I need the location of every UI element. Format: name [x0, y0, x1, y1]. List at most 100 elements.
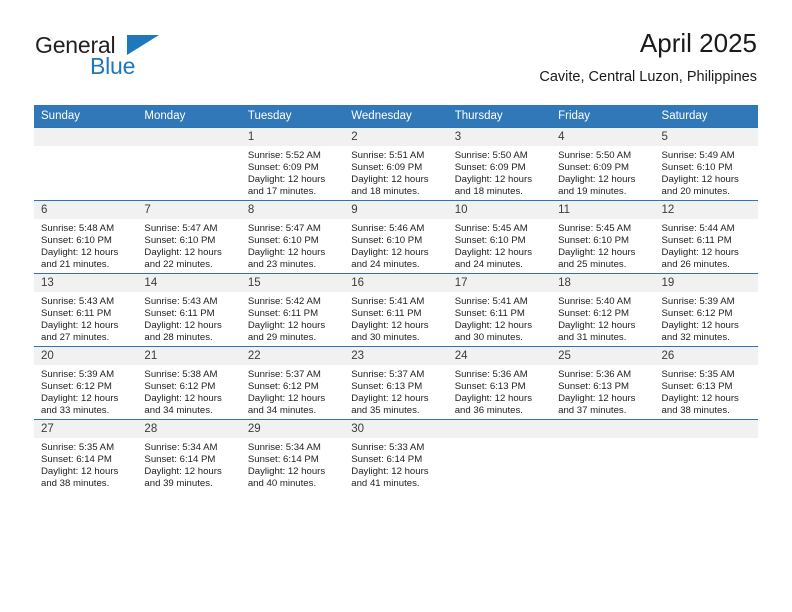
sunset-time: Sunset: 6:10 PM	[247, 235, 319, 247]
calendar-day-cell[interactable]: 5 Sunrise: 5:49 AM Sunset: 6:10 PM Daylight…	[654, 127, 758, 201]
calendar-day-cell[interactable]: 27 Sunrise: 5:35 AM Sunset: 6:14 PM Dayligh…	[34, 419, 138, 492]
calendar-day-cell[interactable]: 17 Sunrise: 5:41 AM Sunset: 6:11 PM Dayligh…	[447, 273, 552, 347]
calendar-day-cell[interactable]: 6 Sunrise: 5:48 AM Sunset: 6:10 PM Daylight…	[34, 200, 138, 274]
day-details: Sunrise: 5:36 AM Sunset: 6:13 PM Daylight:…	[551, 365, 654, 418]
calendar-day-cell[interactable]: 23 Sunrise: 5:37 AM Sunset: 6:13 PM Dayligh…	[344, 346, 448, 420]
daylight-duration-line2: and 39 minutes.	[144, 478, 213, 490]
day-details: Sunrise: 5:44 AM Sunset: 6:11 PM Daylight:…	[655, 219, 758, 272]
calendar-day-cell[interactable]: 12 Sunrise: 5:44 AM Sunset: 6:11 PM Dayligh…	[654, 200, 758, 274]
day-details: Sunrise: 5:34 AM Sunset: 6:14 PM Daylight:…	[137, 438, 240, 491]
day-number: 30	[344, 420, 448, 438]
calendar-day-cell[interactable]: 24 Sunrise: 5:36 AM Sunset: 6:13 PM Dayligh…	[447, 346, 552, 420]
sunset-time: Sunset: 6:11 PM	[41, 308, 112, 320]
day-number	[654, 420, 758, 438]
calendar-day-cell[interactable]: 29 Sunrise: 5:34 AM Sunset: 6:14 PM Dayligh…	[240, 419, 345, 492]
daylight-duration-line2: and 37 minutes.	[558, 405, 627, 417]
sunrise-time: Sunrise: 5:38 AM	[144, 369, 218, 380]
calendar-day-cell[interactable]: 13 Sunrise: 5:43 AM Sunset: 6:11 PM Dayligh…	[34, 273, 138, 347]
sunset-time: Sunset: 6:11 PM	[144, 308, 215, 320]
calendar-body: 1 Sunrise: 5:52 AM Sunset: 6:09 PM Daylight…	[34, 127, 758, 492]
logo-text-blue: Blue	[90, 53, 136, 79]
daylight-duration-line1: Daylight: 12 hours	[247, 320, 326, 332]
sunrise-time: Sunrise: 5:41 AM	[351, 296, 425, 307]
calendar-day-cell[interactable]: 10 Sunrise: 5:45 AM Sunset: 6:10 PM Dayligh…	[447, 200, 552, 274]
day-number: 28	[137, 420, 241, 438]
daylight-duration-line1: Daylight: 12 hours	[558, 320, 636, 332]
calendar-day-cell[interactable]: 11 Sunrise: 5:45 AM Sunset: 6:10 PM Dayligh…	[551, 200, 655, 274]
day-number: 23	[344, 347, 448, 365]
weekday-header-row: Sunday Monday Tuesday Wednesday Thursday…	[34, 105, 758, 128]
sunrise-time: Sunrise: 5:51 AM	[351, 150, 425, 161]
sunset-time: Sunset: 6:10 PM	[144, 235, 216, 247]
calendar-day-cell[interactable]: 2 Sunrise: 5:51 AM Sunset: 6:09 PM Daylight…	[344, 127, 448, 201]
daylight-duration-line2: and 30 minutes.	[454, 332, 523, 344]
sunrise-time: Sunrise: 5:34 AM	[247, 442, 321, 453]
triangle-icon	[127, 35, 159, 55]
sunrise-sunset-calendar: Sunday Monday Tuesday Wednesday Thursday…	[34, 105, 758, 492]
calendar-day-cell[interactable]: 26 Sunrise: 5:35 AM Sunset: 6:13 PM Dayligh…	[654, 346, 758, 420]
day-number: 18	[551, 274, 655, 292]
day-details: Sunrise: 5:45 AM Sunset: 6:10 PM Daylight:…	[448, 219, 551, 272]
calendar-day-cell[interactable]: 21 Sunrise: 5:38 AM Sunset: 6:12 PM Dayligh…	[137, 346, 241, 420]
daylight-duration-line2: and 34 minutes.	[144, 405, 213, 417]
daylight-duration-line2: and 21 minutes.	[41, 259, 110, 271]
sunset-time: Sunset: 6:13 PM	[454, 381, 526, 393]
daylight-duration-line1: Daylight: 12 hours	[454, 247, 533, 259]
day-number	[551, 420, 655, 438]
day-number: 27	[34, 420, 138, 438]
day-number: 5	[654, 128, 758, 146]
daylight-duration-line1: Daylight: 12 hours	[351, 320, 429, 332]
calendar-day-cell[interactable]: 20 Sunrise: 5:39 AM Sunset: 6:12 PM Dayligh…	[34, 346, 138, 420]
daylight-duration-line2: and 28 minutes.	[144, 332, 213, 344]
daylight-duration-line1: Daylight: 12 hours	[144, 393, 222, 405]
calendar-day-cell[interactable]: 18 Sunrise: 5:40 AM Sunset: 6:12 PM Dayligh…	[551, 273, 655, 347]
calendar-day-cell[interactable]: 14 Sunrise: 5:43 AM Sunset: 6:11 PM Dayligh…	[137, 273, 241, 347]
daylight-duration-line2: and 26 minutes.	[661, 259, 730, 271]
calendar-day-cell[interactable]: 28 Sunrise: 5:34 AM Sunset: 6:14 PM Dayligh…	[137, 419, 241, 492]
day-number	[137, 128, 241, 146]
sunrise-time: Sunrise: 5:52 AM	[247, 150, 321, 161]
calendar-day-cell[interactable]: 7 Sunrise: 5:47 AM Sunset: 6:10 PM Daylight…	[137, 200, 241, 274]
calendar-day-cell[interactable]: 1 Sunrise: 5:52 AM Sunset: 6:09 PM Daylight…	[240, 127, 345, 201]
generalblue-logo[interactable]: General Blue	[35, 32, 175, 84]
calendar-week-row: 20 Sunrise: 5:39 AM Sunset: 6:12 PM Dayligh…	[34, 346, 758, 420]
day-details: Sunrise: 5:39 AM Sunset: 6:12 PM Daylight:…	[655, 292, 758, 345]
daylight-duration-line1: Daylight: 12 hours	[454, 320, 533, 332]
sunrise-time: Sunrise: 5:44 AM	[661, 223, 735, 234]
sunrise-time: Sunrise: 5:37 AM	[247, 369, 321, 380]
daylight-duration-line1: Daylight: 12 hours	[41, 247, 119, 259]
calendar-day-cell[interactable]: 19 Sunrise: 5:39 AM Sunset: 6:12 PM Dayligh…	[654, 273, 758, 347]
calendar-day-cell[interactable]: 8 Sunrise: 5:47 AM Sunset: 6:10 PM Daylight…	[240, 200, 345, 274]
calendar-day-cell-empty	[34, 127, 138, 201]
day-number: 29	[240, 420, 345, 438]
day-number: 1	[240, 128, 345, 146]
day-number: 19	[654, 274, 758, 292]
calendar-day-cell[interactable]: 30 Sunrise: 5:33 AM Sunset: 6:14 PM Dayligh…	[344, 419, 448, 492]
day-number: 6	[34, 201, 138, 219]
weekday-header-wednesday: Wednesday	[344, 105, 448, 128]
sunset-time: Sunset: 6:09 PM	[351, 162, 423, 174]
calendar-day-cell[interactable]: 22 Sunrise: 5:37 AM Sunset: 6:12 PM Dayligh…	[240, 346, 345, 420]
calendar-day-cell-empty	[137, 127, 241, 201]
day-number: 13	[34, 274, 138, 292]
sunrise-time: Sunrise: 5:42 AM	[247, 296, 321, 307]
calendar-day-cell-empty	[654, 419, 758, 492]
sunrise-time: Sunrise: 5:35 AM	[661, 369, 735, 380]
daylight-duration-line1: Daylight: 12 hours	[558, 174, 636, 186]
calendar-day-cell[interactable]: 3 Sunrise: 5:50 AM Sunset: 6:09 PM Daylight…	[447, 127, 552, 201]
daylight-duration-line1: Daylight: 12 hours	[41, 466, 119, 478]
daylight-duration-line1: Daylight: 12 hours	[454, 174, 533, 186]
day-details: Sunrise: 5:50 AM Sunset: 6:09 PM Daylight:…	[448, 146, 551, 199]
sunrise-time: Sunrise: 5:48 AM	[41, 223, 115, 234]
sunrise-time: Sunrise: 5:45 AM	[558, 223, 632, 234]
calendar-day-cell[interactable]: 16 Sunrise: 5:41 AM Sunset: 6:11 PM Dayligh…	[344, 273, 448, 347]
daylight-duration-line1: Daylight: 12 hours	[661, 247, 739, 259]
page-title: April 2025	[639, 28, 757, 58]
sunrise-time: Sunrise: 5:43 AM	[144, 296, 218, 307]
calendar-day-cell[interactable]: 4 Sunrise: 5:50 AM Sunset: 6:09 PM Daylight…	[551, 127, 655, 201]
calendar-day-cell-empty	[551, 419, 655, 492]
calendar-day-cell[interactable]: 15 Sunrise: 5:42 AM Sunset: 6:11 PM Dayligh…	[240, 273, 345, 347]
calendar-day-cell[interactable]: 9 Sunrise: 5:46 AM Sunset: 6:10 PM Daylight…	[344, 200, 448, 274]
day-number: 25	[551, 347, 655, 365]
calendar-day-cell[interactable]: 25 Sunrise: 5:36 AM Sunset: 6:13 PM Dayligh…	[551, 346, 655, 420]
